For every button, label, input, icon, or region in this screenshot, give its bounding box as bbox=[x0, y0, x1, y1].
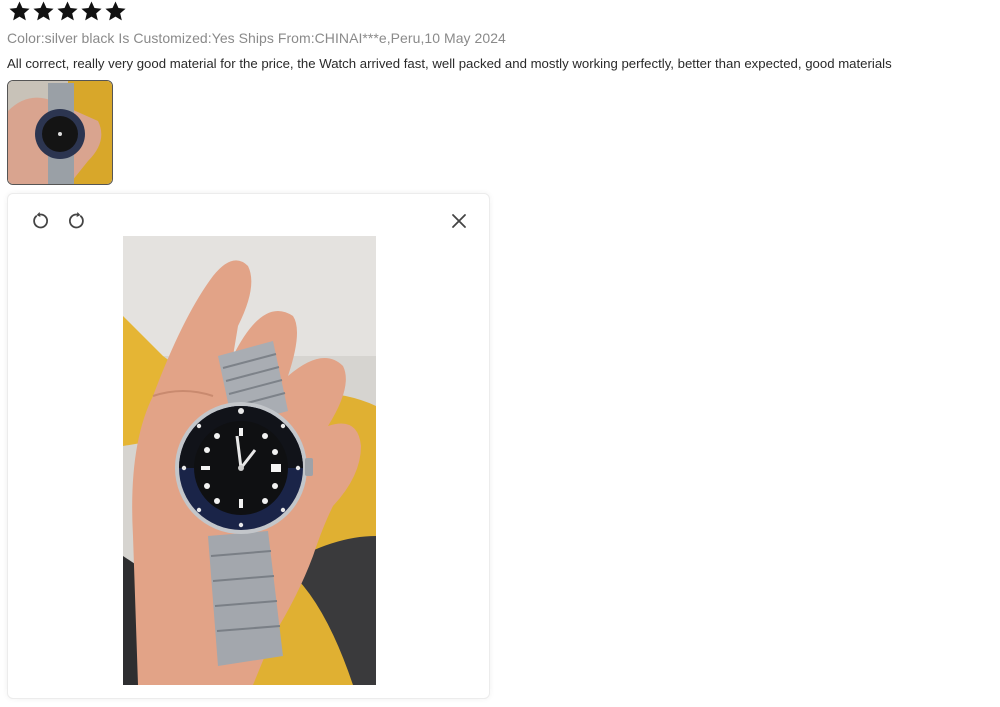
star-icon bbox=[33, 1, 54, 21]
star-icon bbox=[105, 1, 126, 21]
rating-stars bbox=[8, 0, 127, 23]
review-text: All correct, really very good material f… bbox=[7, 56, 892, 71]
review-meta: Color:silver black Is Customized:Yes Shi… bbox=[7, 30, 506, 46]
review-photo-thumbnail[interactable] bbox=[7, 80, 113, 185]
star-icon bbox=[81, 1, 102, 21]
rotate-clockwise-icon bbox=[69, 212, 84, 229]
rotate-left-button[interactable] bbox=[29, 210, 51, 232]
close-viewer-button[interactable] bbox=[448, 210, 470, 232]
photo-viewer bbox=[7, 193, 490, 699]
star-icon bbox=[57, 1, 78, 21]
review-photo-large bbox=[123, 236, 376, 685]
star-icon bbox=[9, 1, 30, 21]
rotate-counterclockwise-icon bbox=[33, 212, 48, 229]
close-icon bbox=[452, 214, 466, 228]
rotate-right-button[interactable] bbox=[66, 210, 88, 232]
